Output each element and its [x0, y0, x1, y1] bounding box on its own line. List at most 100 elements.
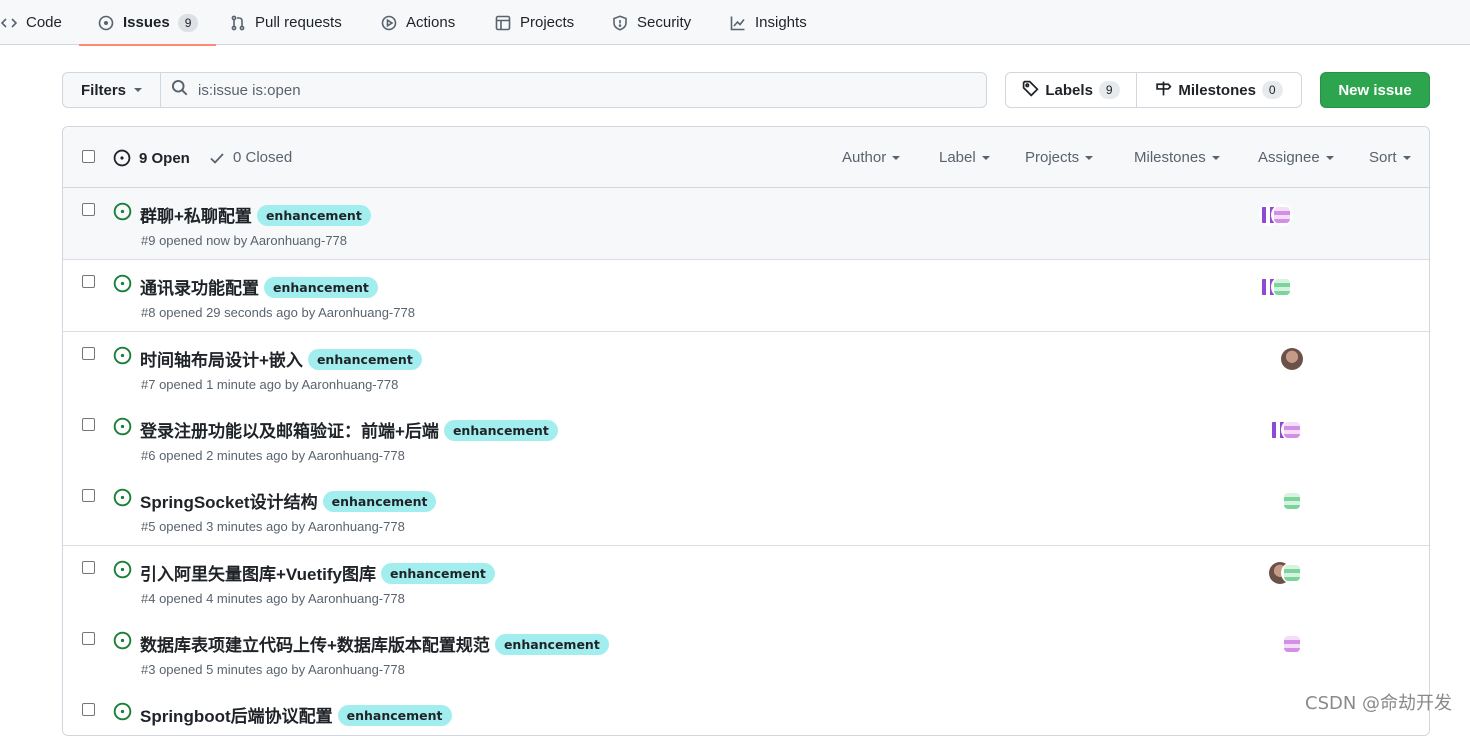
issue-title-link[interactable]: 群聊+私聊配置: [140, 207, 252, 226]
assignee-avatars[interactable]: [1281, 633, 1303, 655]
caret-down-icon: [892, 155, 901, 160]
issue-title-link[interactable]: 引入阿里矢量图库+Vuetify图库: [140, 565, 376, 584]
issue-checkbox[interactable]: [82, 347, 95, 360]
enhancement-label[interactable]: enhancement: [443, 420, 558, 441]
assignee-avatars[interactable]: [1259, 276, 1293, 298]
assignee-avatars[interactable]: [1269, 419, 1303, 441]
issue-title-line: SpringSocket设计结构 enhancement: [140, 488, 437, 513]
avatar[interactable]: [1271, 204, 1293, 226]
issue-checkbox[interactable]: [82, 703, 95, 716]
avatar[interactable]: [1281, 562, 1303, 584]
tab-projects[interactable]: Projects: [494, 0, 574, 45]
tab-label: Insights: [755, 14, 807, 31]
issue-row[interactable]: 通讯录功能配置 enhancement #8 opened 29 seconds …: [63, 260, 1429, 332]
issue-meta: #4 opened 4 minutes ago by Aaronhuang-77…: [141, 591, 405, 606]
issue-checkbox[interactable]: [82, 275, 95, 288]
issue-title-link[interactable]: Springboot后端协议配置: [140, 707, 333, 726]
assignee-avatars[interactable]: [1281, 348, 1303, 370]
closed-count-label: 0 Closed: [233, 149, 293, 166]
issue-title-link[interactable]: SpringSocket设计结构: [140, 493, 318, 512]
milestones-button[interactable]: Milestones 0: [1136, 72, 1302, 108]
tab-security[interactable]: Security: [611, 0, 691, 45]
issue-checkbox[interactable]: [82, 632, 95, 645]
issue-row[interactable]: SpringSocket设计结构 enhancement #5 opened 3 …: [63, 474, 1429, 546]
tab-label: Pull requests: [255, 14, 342, 31]
search-icon: [171, 79, 188, 101]
tab-label: Projects: [520, 14, 575, 31]
milestones-filter[interactable]: Milestones: [1134, 149, 1220, 166]
enhancement-label[interactable]: enhancement: [494, 634, 609, 655]
avatar[interactable]: [1271, 276, 1293, 298]
issue-checkbox[interactable]: [82, 489, 95, 502]
issue-row[interactable]: Springboot后端协议配置 enhancement: [63, 688, 1429, 735]
tag-icon: [1022, 80, 1039, 101]
issue-open-icon: [113, 631, 132, 650]
table-icon: [494, 14, 512, 32]
new-issue-button[interactable]: New issue: [1320, 72, 1430, 108]
tab-label: Actions: [406, 14, 456, 31]
assignee-filter[interactable]: Assignee: [1258, 149, 1334, 166]
issue-title-link[interactable]: 时间轴布局设计+嵌入: [140, 351, 303, 370]
issue-opened-icon: [97, 14, 115, 32]
issue-title-line: 群聊+私聊配置 enhancement: [140, 202, 371, 227]
issue-row[interactable]: 群聊+私聊配置 enhancement #9 opened now by Aaro…: [63, 188, 1429, 260]
open-issues-toggle[interactable]: 9 Open: [113, 149, 190, 167]
issue-title-link[interactable]: 数据库表项建立代码上传+数据库版本配置规范: [140, 636, 490, 655]
filter-label: Sort: [1369, 149, 1397, 166]
issue-meta: #6 opened 2 minutes ago by Aaronhuang-77…: [141, 448, 405, 463]
issue-row[interactable]: 引入阿里矢量图库+Vuetify图库 enhancement #4 opened …: [63, 546, 1429, 618]
closed-issues-toggle[interactable]: 0 Closed: [209, 149, 292, 166]
label-filter[interactable]: Label: [939, 149, 990, 166]
filter-label: Projects: [1025, 149, 1080, 166]
milestones-label: Milestones: [1178, 81, 1256, 99]
enhancement-label[interactable]: enhancement: [307, 349, 422, 370]
issue-search[interactable]: [160, 72, 987, 108]
search-input[interactable]: [198, 81, 958, 99]
caret-down-icon: [1211, 155, 1220, 160]
assignee-avatars[interactable]: [1269, 562, 1303, 584]
avatar[interactable]: [1281, 633, 1303, 655]
issue-title-line: Springboot后端协议配置 enhancement: [140, 702, 452, 727]
issue-open-icon: [113, 702, 132, 721]
tab-insights[interactable]: Insights: [729, 0, 807, 45]
labels-button[interactable]: Labels 9: [1005, 72, 1137, 108]
issue-row[interactable]: 时间轴布局设计+嵌入 enhancement #7 opened 1 minute…: [63, 332, 1429, 404]
issue-checkbox[interactable]: [82, 203, 95, 216]
issue-checkbox[interactable]: [82, 418, 95, 431]
issue-row[interactable]: 数据库表项建立代码上传+数据库版本配置规范 enhancement #3 open…: [63, 617, 1429, 689]
issue-title-line: 登录注册功能以及邮箱验证：前端+后端 enhancement: [140, 417, 558, 442]
avatar[interactable]: [1281, 490, 1303, 512]
enhancement-label[interactable]: enhancement: [256, 205, 371, 226]
select-all-checkbox[interactable]: [82, 150, 95, 163]
milestone-icon: [1155, 80, 1172, 101]
tab-pull-requests[interactable]: Pull requests: [229, 0, 342, 45]
tab-label: Security: [637, 14, 692, 31]
git-pull-request-icon: [229, 14, 247, 32]
sort-filter[interactable]: Sort: [1369, 149, 1411, 166]
projects-filter[interactable]: Projects: [1025, 149, 1094, 166]
issue-title-line: 引入阿里矢量图库+Vuetify图库 enhancement: [140, 560, 495, 585]
enhancement-label[interactable]: enhancement: [380, 563, 495, 584]
issue-title-link[interactable]: 通讯录功能配置: [140, 279, 259, 298]
author-filter[interactable]: Author: [842, 149, 901, 166]
filters-button[interactable]: Filters: [62, 72, 161, 108]
enhancement-label[interactable]: enhancement: [337, 705, 452, 726]
enhancement-label[interactable]: enhancement: [264, 277, 378, 298]
enhancement-label[interactable]: enhancement: [322, 491, 437, 512]
issue-title-link[interactable]: 登录注册功能以及邮箱验证：前端+后端: [140, 422, 439, 441]
tab-actions[interactable]: Actions: [380, 0, 455, 45]
tab-label: Code: [26, 14, 62, 31]
tab-issues[interactable]: Issues 9: [79, 0, 217, 46]
issue-meta: #7 opened 1 minute ago by Aaronhuang-778: [141, 377, 399, 392]
tab-code[interactable]: Code: [0, 0, 62, 45]
filter-label: Milestones: [1134, 149, 1206, 166]
issue-checkbox[interactable]: [82, 561, 95, 574]
filters-label: Filters: [80, 81, 126, 99]
assignee-avatars[interactable]: [1281, 490, 1303, 512]
issue-row[interactable]: 登录注册功能以及邮箱验证：前端+后端 enhancement #6 opened …: [63, 403, 1429, 475]
assignee-avatars[interactable]: [1259, 204, 1293, 226]
check-icon: [210, 152, 224, 164]
avatar[interactable]: [1281, 419, 1303, 441]
filter-label: Assignee: [1258, 149, 1320, 166]
avatar[interactable]: [1281, 348, 1303, 370]
